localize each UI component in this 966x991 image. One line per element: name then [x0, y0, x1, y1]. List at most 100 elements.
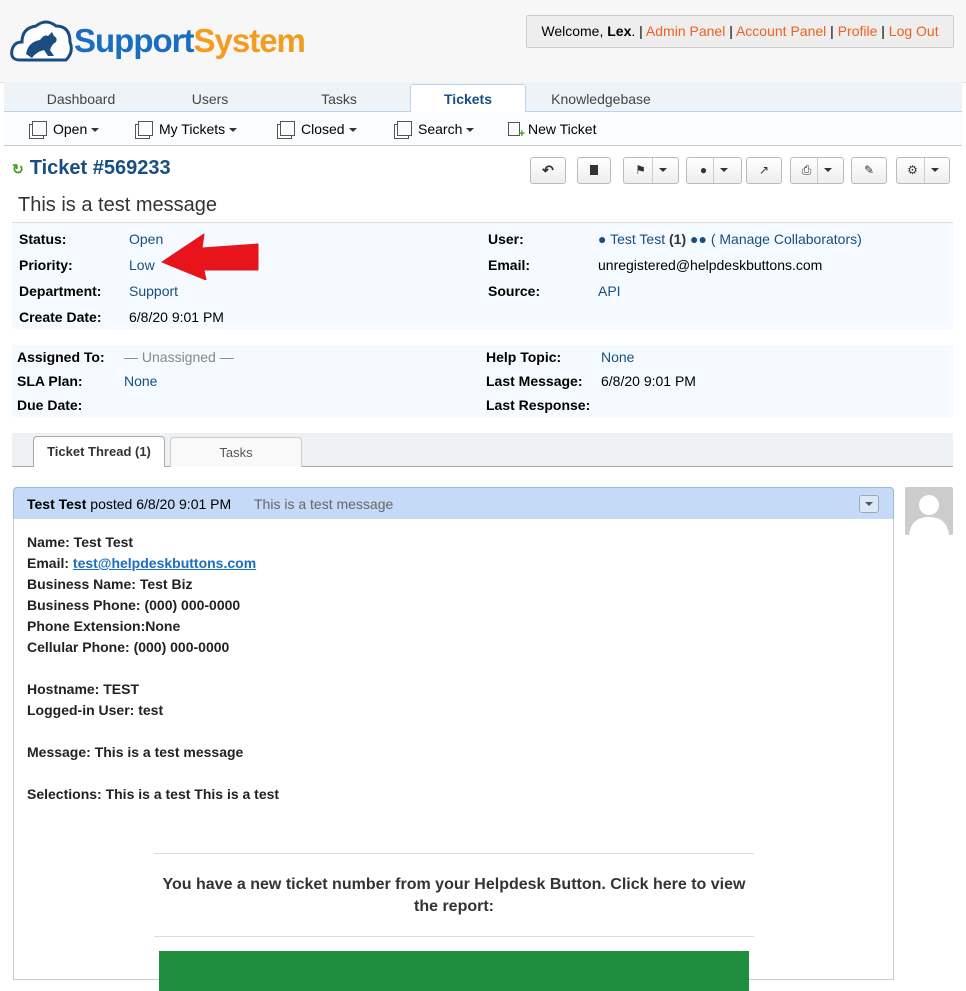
status-value[interactable]: Open	[129, 231, 163, 247]
closed-menu[interactable]: Closed	[280, 121, 357, 137]
red-arrow-annotation-icon	[161, 233, 259, 280]
sub-nav: Open My Tickets Closed Search + New Ticke…	[4, 112, 962, 146]
sla-label: SLA Plan:	[17, 373, 83, 389]
poster-name: Test Test	[27, 496, 87, 512]
assigned-label: Assigned To:	[17, 349, 105, 365]
priority-value[interactable]: Low	[129, 257, 155, 273]
new-ticket-link[interactable]: + New Ticket	[508, 121, 596, 140]
edit-icon: ✎	[863, 163, 875, 177]
logo-text: SupportSystem	[74, 22, 306, 59]
avatar	[905, 487, 953, 535]
body-phone-extension: Phone Extension:None	[27, 618, 181, 634]
copy-icon	[138, 121, 153, 136]
refresh-icon[interactable]: ↻	[12, 161, 24, 177]
thread-entry-body: Name: Test Test Email: test@helpdeskbutt…	[13, 519, 894, 991]
logo[interactable]: SupportSystem	[10, 14, 320, 72]
admin-panel-link[interactable]: Admin Panel	[646, 23, 725, 39]
source-value[interactable]: API	[598, 283, 621, 299]
body-message: Message: This is a test message	[27, 744, 244, 760]
print-icon: ⎙	[801, 163, 812, 177]
welcome-bar: Welcome, Lex. | Admin Panel | Account Pa…	[526, 15, 954, 48]
ticket-subject: This is a test message	[18, 194, 217, 216]
caret-down-icon	[658, 168, 667, 172]
tab-knowledgebase[interactable]: Knowledgebase	[544, 88, 658, 111]
ticket-info-block: Status: Open Priority: Low Department: S…	[12, 222, 953, 329]
gear-icon: ⚙	[907, 163, 918, 177]
assign-dropdown-button[interactable]: ●	[686, 157, 742, 184]
flag-icon: ⚑	[635, 163, 646, 177]
logout-link[interactable]: Log Out	[889, 23, 939, 39]
body-name: Name: Test Test	[27, 534, 134, 550]
body-selections: Selections: This is a test This is a tes…	[27, 786, 280, 802]
user-value[interactable]: ● Test Test (1) ●● ( Manage Collaborator…	[598, 231, 862, 247]
view-report-button[interactable]	[159, 951, 749, 991]
transfer-button[interactable]: ↗	[746, 157, 782, 184]
last-message-value: 6/8/20 9:01 PM	[601, 373, 696, 389]
thread-entry-header: Test Test posted 6/8/20 9:01 PM This is …	[13, 487, 894, 520]
new-ticket-icon: +	[508, 122, 525, 140]
status-label: Status:	[19, 231, 67, 247]
welcome-text: Welcome,	[541, 23, 608, 39]
tab-dashboard[interactable]: Dashboard	[34, 88, 128, 111]
account-panel-link[interactable]: Account Panel	[736, 23, 826, 39]
caret-down-icon	[466, 128, 475, 132]
open-menu[interactable]: Open	[32, 121, 100, 137]
department-value[interactable]: Support	[129, 283, 178, 299]
priority-label: Priority:	[19, 257, 73, 273]
help-topic-label: Help Topic:	[486, 349, 562, 365]
tab-ticket-thread[interactable]: Ticket Thread (1)	[33, 436, 165, 467]
user-icon: ●	[699, 163, 708, 177]
body-business-phone: Business Phone: (000) 000-0000	[27, 597, 241, 613]
user-name[interactable]: Test Test	[610, 231, 665, 247]
entry-options-button[interactable]	[859, 495, 879, 513]
settings-dropdown-button[interactable]: ⚙	[896, 157, 950, 184]
sla-value[interactable]: None	[124, 373, 157, 389]
ticket-assignment-block: Assigned To: — Unassigned — SLA Plan: No…	[12, 345, 953, 417]
manage-collaborators-link[interactable]: ( Manage Collaborators)	[711, 231, 862, 247]
caret-down-icon	[824, 168, 833, 172]
body-business-name: Business Name: Test Biz	[27, 576, 193, 592]
tab-tickets[interactable]: Tickets	[410, 84, 526, 112]
copy-icon	[280, 121, 295, 136]
my-tickets-menu[interactable]: My Tickets	[138, 121, 238, 137]
tab-tasks[interactable]: Tasks	[304, 88, 374, 111]
help-topic-value[interactable]: None	[601, 349, 634, 365]
share-icon: ↗	[758, 163, 770, 177]
flag-dropdown-button[interactable]: ⚑	[623, 157, 679, 184]
copy-icon	[32, 121, 47, 136]
body-email: Email: test@helpdeskbuttons.com	[27, 555, 257, 571]
welcome-user: Lex	[607, 23, 632, 39]
caret-down-icon	[348, 128, 357, 132]
profile-link[interactable]: Profile	[838, 23, 878, 39]
print-doc-button[interactable]	[577, 157, 611, 184]
body-email-link[interactable]: test@helpdeskbuttons.com	[73, 555, 256, 571]
create-date-value: 6/8/20 9:01 PM	[129, 309, 224, 325]
body-cellular-phone: Cellular Phone: (000) 000-0000	[27, 639, 230, 655]
caret-down-icon	[930, 168, 939, 172]
caret-down-icon	[865, 502, 873, 506]
print-dropdown-button[interactable]: ⎙	[790, 157, 844, 184]
source-label: Source:	[488, 283, 541, 299]
tab-users[interactable]: Users	[172, 88, 248, 111]
kangaroo-cloud-logo-icon	[10, 20, 73, 62]
ticket-title[interactable]: ↻ Ticket #569233	[12, 157, 171, 180]
email-value: unregistered@helpdeskbuttons.com	[598, 257, 823, 273]
tab-thread-tasks[interactable]: Tasks	[170, 437, 302, 467]
email-label: Email:	[488, 257, 531, 273]
assigned-value[interactable]: — Unassigned —	[124, 349, 234, 365]
user-label: User:	[488, 231, 524, 247]
posted-time: posted 6/8/20 9:01 PM	[86, 496, 232, 512]
default-user-icon	[909, 495, 949, 535]
user-ticket-count: (1)	[669, 231, 687, 247]
caret-down-icon	[91, 128, 100, 132]
thread-tabs: Ticket Thread (1) Tasks	[12, 433, 953, 467]
collaborators-icon: ●●	[690, 231, 707, 247]
department-label: Department:	[19, 283, 102, 299]
edit-button[interactable]: ✎	[851, 157, 887, 184]
body-logged-in-user: Logged-in User: test	[27, 702, 164, 718]
report-callout[interactable]: You have a new ticket number from your H…	[154, 853, 754, 937]
user-icon: ●	[598, 231, 607, 247]
main-nav: Dashboard Users Tasks Tickets Knowledgeb…	[4, 82, 962, 112]
search-menu[interactable]: Search	[397, 121, 475, 137]
reply-button[interactable]: ↶	[530, 157, 566, 184]
